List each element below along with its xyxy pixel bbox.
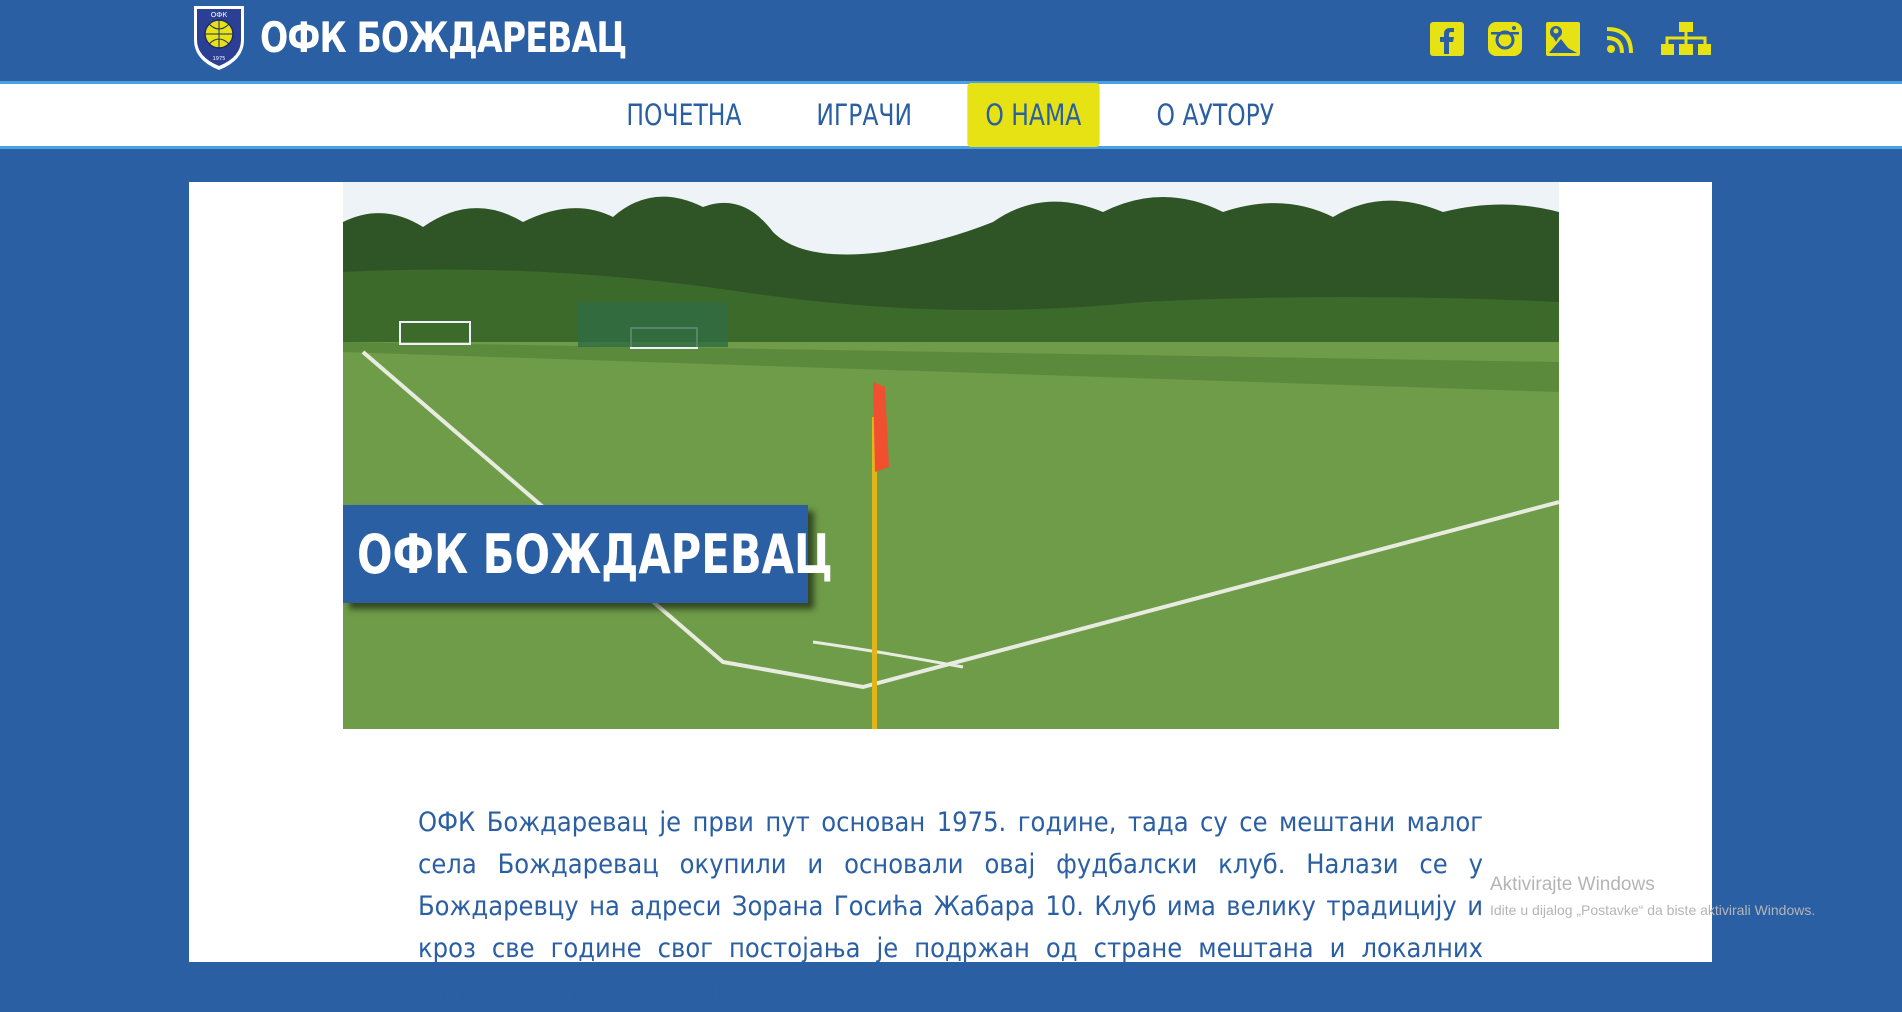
rss-icon[interactable] bbox=[1602, 20, 1640, 58]
instagram-icon[interactable] bbox=[1486, 20, 1524, 58]
hero-image: ОФК БОЖДАРЕВАЦ bbox=[343, 182, 1559, 729]
nav-item-home[interactable]: ПОЧЕТНА bbox=[608, 83, 759, 147]
main-navigation: ПОЧЕТНА ИГРАЧИ О НАМА О АУТОРУ bbox=[0, 81, 1902, 149]
social-links bbox=[1408, 20, 1712, 58]
about-article-text: ОФК Бождаревац је први пут основан 1975.… bbox=[418, 807, 1483, 1006]
hero-title-box: ОФК БОЖДАРЕВАЦ bbox=[343, 505, 833, 603]
club-logo: ОФК 1975 bbox=[194, 6, 244, 70]
map-icon[interactable] bbox=[1544, 20, 1582, 58]
watermark-title: Aktivirajte Windows bbox=[1490, 874, 1655, 895]
football-field-photo bbox=[343, 182, 1559, 729]
nav-item-players[interactable]: ИГРАЧИ bbox=[798, 83, 930, 147]
logo-top-text: ОФК bbox=[211, 11, 228, 19]
main-content: ОФК БОЖДАРЕВАЦ ОФК Бождаревац је први пу… bbox=[189, 182, 1712, 1006]
nav-item-about-author[interactable]: О АУТОРУ bbox=[1139, 83, 1293, 147]
hero-title: ОФК БОЖДАРЕВАЦ bbox=[357, 523, 833, 586]
logo-year: 1975 bbox=[213, 56, 226, 62]
sitemap-icon[interactable] bbox=[1660, 20, 1712, 58]
brand[interactable]: ОФК 1975 ОФК БОЖДАРЕВАЦ bbox=[188, 2, 676, 72]
nav-item-about-us[interactable]: О НАМА bbox=[967, 83, 1100, 147]
site-title[interactable]: ОФК БОЖДАРЕВАЦ bbox=[260, 13, 627, 62]
site-header: ОФК 1975 ОФК БОЖДАРЕВАЦ bbox=[0, 0, 1902, 81]
windows-activation-watermark: Aktivirajte Windows Idite u dijalog „Pos… bbox=[1490, 874, 1815, 918]
facebook-icon[interactable] bbox=[1428, 20, 1466, 58]
watermark-subtitle: Idite u dijalog „Postavke“ da biste akti… bbox=[1490, 902, 1816, 918]
